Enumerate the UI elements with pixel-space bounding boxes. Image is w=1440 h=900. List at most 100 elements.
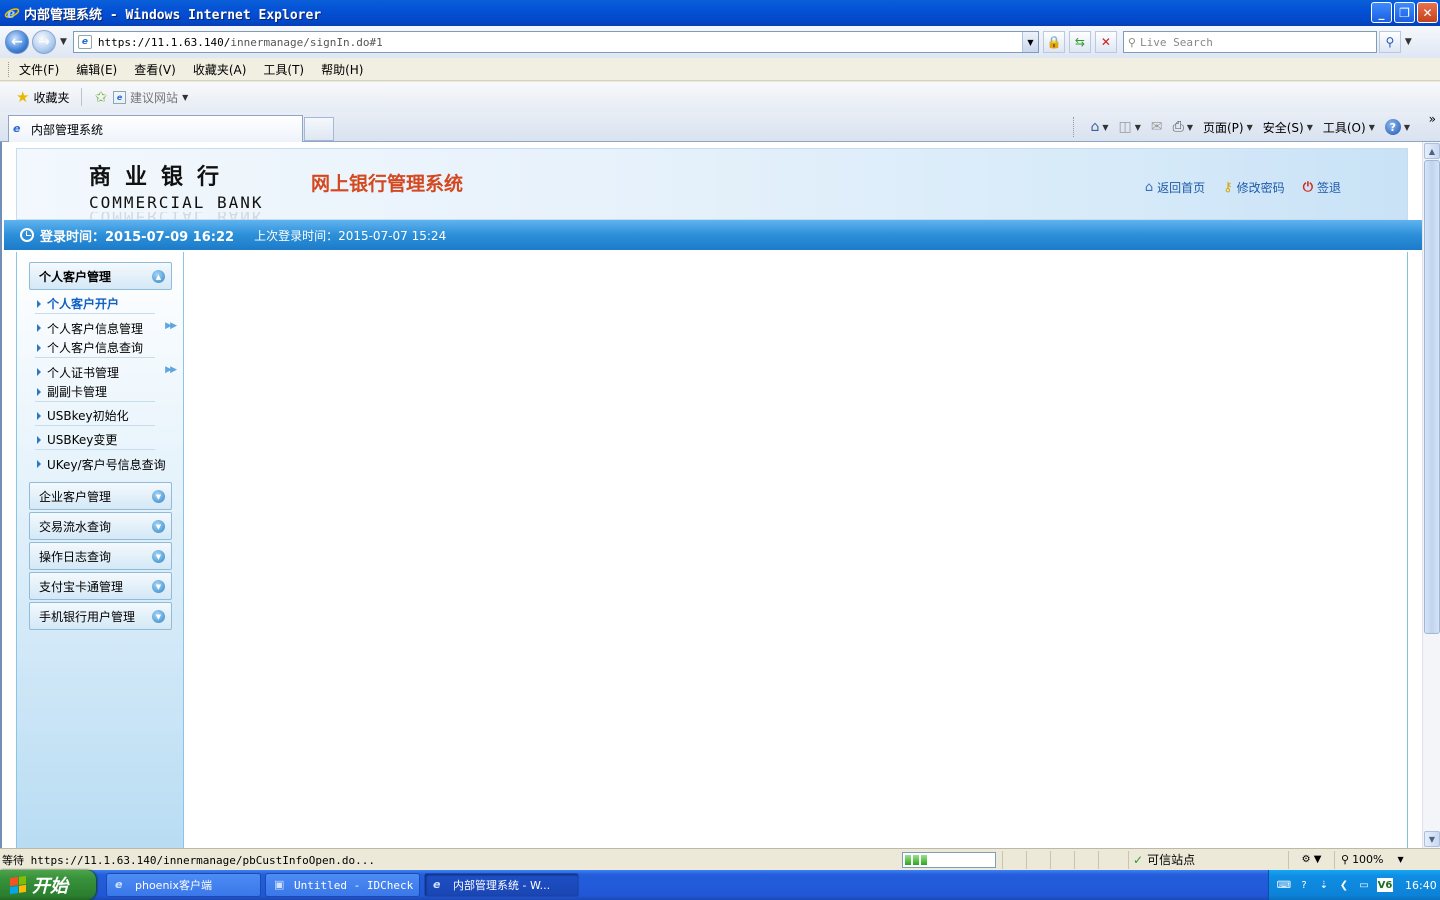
nav-item-personal-info-query[interactable]: 个人客户信息查询	[35, 338, 155, 358]
menu-tools[interactable]: 工具(T)	[263, 61, 304, 78]
nav-item-usbkey-change[interactable]: USBKey变更	[35, 430, 155, 450]
stop-button[interactable]: ✕	[1094, 31, 1117, 53]
search-options-dropdown-icon[interactable]: ▼	[1405, 37, 1412, 47]
search-go-button[interactable]: ⚲	[1378, 31, 1401, 53]
taskbar: 开始 e phoenix客户端 ▣ Untitled - IDCheck e 内…	[0, 870, 1440, 900]
suggested-sites-button[interactable]: e 建议网站 ▼	[113, 89, 188, 106]
taskbar-item-inner-system[interactable]: e 内部管理系统 - W...	[424, 873, 579, 897]
network-icon[interactable]: ⇣	[1317, 878, 1331, 892]
login-info-bar: 登录时间：2015-07-09 16:22 上次登录时间：2015-07-07 …	[4, 220, 1422, 250]
close-button[interactable]: ✕	[1417, 2, 1438, 23]
window-title-bar[interactable]: e 内部管理系统 - Windows Internet Explorer _ ❐…	[0, 0, 1440, 26]
monitor-icon[interactable]: ▭	[1357, 878, 1371, 892]
tab-inner-system[interactable]: e 内部管理系统	[8, 115, 303, 142]
address-bar[interactable]: e https://11.1.63.140/innermanage/signIn…	[72, 31, 1039, 53]
add-favorite-icon[interactable]: ✩	[94, 88, 107, 106]
taskbar-items: e phoenix客户端 ▣ Untitled - IDCheck e 内部管理…	[106, 873, 579, 897]
help-icon: ?	[1384, 119, 1401, 135]
refresh-button[interactable]: ⇆	[1068, 31, 1091, 53]
start-button[interactable]: 开始	[0, 870, 96, 900]
nav-item-sub-card[interactable]: 副副卡管理	[35, 382, 155, 402]
back-tray-icon[interactable]: ❮	[1337, 878, 1351, 892]
nav-item-personal-info-manage[interactable]: 个人客户信息管理 ▶▶	[35, 318, 177, 338]
print-button[interactable]: ⎙ ▼	[1173, 119, 1193, 135]
nav-item-personal-open[interactable]: 个人客户开户	[35, 294, 155, 314]
ie-icon: e	[115, 878, 123, 891]
taskbar-clock[interactable]: 16:40	[1405, 879, 1437, 892]
scroll-thumb[interactable]	[1424, 160, 1440, 634]
expand-icon[interactable]: ▼	[152, 580, 165, 593]
security-zone[interactable]: ✓ 可信站点	[1128, 850, 1288, 869]
rss-icon: ◫	[1118, 119, 1132, 135]
scroll-up-button[interactable]: ▲	[1424, 143, 1440, 159]
collapse-icon[interactable]: ▲	[152, 270, 165, 283]
tools-menu[interactable]: 工具(O) ▼	[1323, 119, 1375, 136]
maximize-button[interactable]: ❐	[1394, 2, 1415, 23]
search-icon: ⚲	[1127, 35, 1136, 49]
expand-icon[interactable]: ▼	[152, 550, 165, 563]
help-tray-icon[interactable]: ?	[1297, 878, 1311, 892]
taskbar-item-phoenix[interactable]: e phoenix客户端	[106, 873, 261, 897]
nav-section-mobile[interactable]: 手机银行用户管理 ▼	[29, 602, 172, 630]
nav-section-alipay[interactable]: 支付宝卡通管理 ▼	[29, 572, 172, 600]
zoom-icon: ⚲	[1341, 853, 1350, 866]
menu-view[interactable]: 查看(V)	[134, 61, 176, 78]
page-menu[interactable]: 页面(P) ▼	[1203, 119, 1253, 136]
scroll-down-button[interactable]: ▼	[1424, 831, 1440, 847]
zoom-control[interactable]: ⚲ 100% ▼	[1334, 850, 1418, 869]
bank-header: 商业银行 COMMERCIAL BANK COMMERCIAL BANK 网上银…	[16, 148, 1408, 221]
menu-bar: 文件(F) 编辑(E) 查看(V) 收藏夹(A) 工具(T) 帮助(H)	[0, 58, 1440, 81]
menu-edit[interactable]: 编辑(E)	[76, 61, 117, 78]
back-button[interactable]: ←	[5, 30, 29, 54]
favorites-button[interactable]: 收藏夹	[33, 89, 69, 106]
vertical-scrollbar[interactable]: ▲ ▼	[1422, 142, 1440, 848]
mail-button[interactable]: ✉	[1151, 119, 1163, 135]
favorites-separator	[81, 88, 83, 106]
windows-flag-icon	[10, 875, 26, 895]
printer-icon: ⎙	[1172, 119, 1184, 135]
bank-logo: 商业银行 COMMERCIAL BANK COMMERCIAL BANK	[89, 159, 289, 221]
forward-button[interactable]: →	[32, 30, 56, 54]
minimize-button[interactable]: _	[1371, 2, 1392, 23]
nav-section-personal[interactable]: 个人客户管理 ▲	[29, 262, 172, 290]
home-link[interactable]: ⌂ 返回首页	[1145, 179, 1205, 196]
nav-item-usbkey-init[interactable]: USBkey初始化	[35, 406, 155, 426]
expand-icon[interactable]: ▼	[152, 520, 165, 533]
system-title: 网上银行管理系统	[311, 173, 464, 195]
login-time: 登录时间：2015-07-09 16:22	[40, 229, 235, 245]
change-password-link[interactable]: ⚷ 修改密码	[1223, 179, 1285, 196]
recent-pages-dropdown-icon[interactable]: ▼	[60, 37, 67, 47]
nav-section-oplog[interactable]: 操作日志查询 ▼	[29, 542, 172, 570]
address-url[interactable]: https://11.1.63.140/innermanage/signIn.d…	[98, 36, 383, 49]
status-text: 等待 https://11.1.63.140/innermanage/pbCus…	[2, 853, 375, 867]
home-button[interactable]: ⌂ ▼	[1090, 119, 1108, 135]
nav-item-ukey-query[interactable]: UKey/客户号信息查询	[35, 454, 166, 474]
logout-link[interactable]: ⏻ 签退	[1303, 179, 1341, 196]
expand-icon[interactable]: ▼	[152, 490, 165, 503]
chevron-down-icon: ▼	[182, 92, 189, 102]
page-icon: e	[77, 35, 92, 49]
keyboard-icon[interactable]: ⌨	[1277, 878, 1291, 892]
protected-mode-icon[interactable]: ⚙ ▼	[1288, 850, 1334, 869]
help-menu[interactable]: ? ▼	[1384, 119, 1410, 135]
safety-menu[interactable]: 安全(S) ▼	[1263, 119, 1313, 136]
tab-page-icon: e	[13, 122, 21, 135]
search-input[interactable]: ⚲ Live Search	[1122, 31, 1377, 53]
feeds-button[interactable]: ◫ ▼	[1118, 119, 1140, 135]
taskbar-item-idcheck[interactable]: ▣ Untitled - IDCheck	[265, 873, 420, 897]
new-tab-button[interactable]	[304, 117, 334, 141]
antivirus-icon[interactable]: V6	[1377, 878, 1393, 892]
address-toolbar: ← → ▼ e https://11.1.63.140/innermanage/…	[0, 26, 1440, 58]
lock-icon[interactable]: 🔒	[1042, 31, 1065, 53]
menu-help[interactable]: 帮助(H)	[321, 61, 363, 78]
menu-file[interactable]: 文件(F)	[19, 61, 59, 78]
mail-icon: ✉	[1150, 119, 1163, 135]
address-dropdown-icon[interactable]: ▼	[1021, 32, 1038, 52]
nav-item-personal-cert[interactable]: 个人证书管理 ▶▶	[35, 362, 177, 382]
power-icon: ⏻	[1302, 180, 1313, 195]
more-commands-chevron-icon[interactable]: »	[1429, 112, 1436, 126]
expand-icon[interactable]: ▼	[152, 610, 165, 623]
menu-favorites[interactable]: 收藏夹(A)	[193, 61, 247, 78]
nav-section-enterprise[interactable]: 企业客户管理 ▼	[29, 482, 172, 510]
nav-section-transactions[interactable]: 交易流水查询 ▼	[29, 512, 172, 540]
